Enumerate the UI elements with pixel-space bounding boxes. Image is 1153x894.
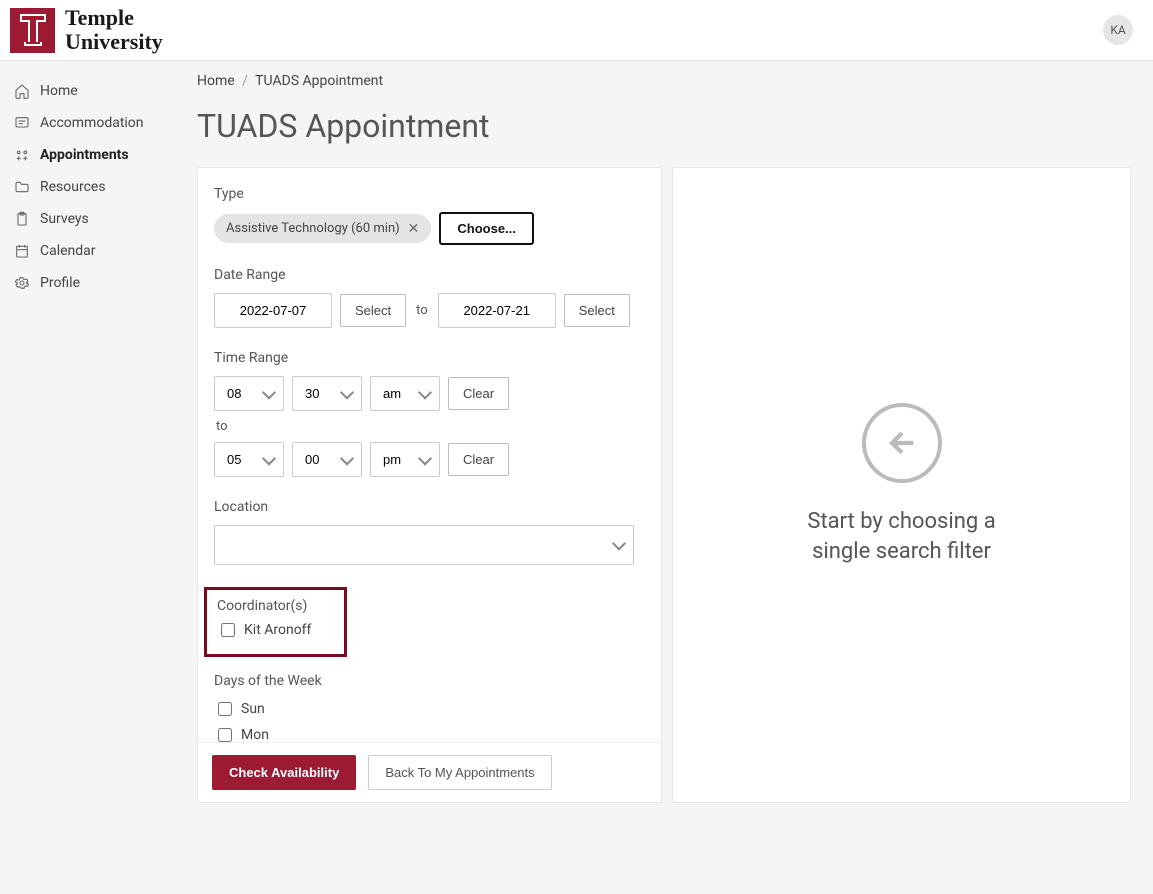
breadcrumb-separator: / [242,73,248,89]
breadcrumb: Home / TUADS Appointment [197,73,1131,89]
main: Home / TUADS Appointment TUADS Appointme… [175,61,1153,825]
sidebar-item-label: Accommodation [40,115,144,131]
panel-row: Type Assistive Technology (60 min) ✕ Cho… [197,167,1131,803]
sidebar-item-surveys[interactable]: Surveys [0,203,175,235]
folder-icon [14,179,30,195]
sidebar-item-label: Home [40,83,78,99]
date-to-input[interactable] [438,293,556,328]
sidebar-item-label: Profile [40,275,80,291]
empty-state-text: Start by choosing a single search filter [807,507,995,569]
day-mon-text: Mon [241,727,269,742]
coordinators-highlight: Coordinator(s) Kit Aronoff [204,587,347,657]
gear-icon [14,275,30,291]
coordinator-row[interactable]: Kit Aronoff [217,620,334,640]
check-availability-button[interactable]: Check Availability [212,755,356,790]
time-to-hour-select[interactable]: 05 [214,442,284,477]
coordinators-label: Coordinator(s) [217,598,334,614]
sidebar-item-home[interactable]: Home [0,75,175,107]
breadcrumb-home[interactable]: Home [197,73,235,89]
arrow-left-circle-icon [862,403,942,483]
day-mon-row[interactable]: Mon [214,725,645,742]
coordinator-checkbox[interactable] [221,623,235,637]
select-from-button[interactable]: Select [340,294,406,327]
days-label: Days of the Week [214,673,645,689]
time-from-hour-select[interactable]: 08 [214,376,284,411]
empty-state: Start by choosing a single search filter [807,403,995,569]
coordinator-name: Kit Aronoff [244,622,311,638]
filter-panel: Type Assistive Technology (60 min) ✕ Cho… [197,167,662,803]
sidebar-item-label: Surveys [40,211,89,227]
time-to-ampm-select[interactable]: pm [370,442,440,477]
sidebar-item-appointments[interactable]: Appointments [0,139,175,171]
panel-footer: Check Availability Back To My Appointmen… [198,742,661,802]
appointments-icon [14,147,30,163]
to-text: to [416,303,428,318]
breadcrumb-current: TUADS Appointment [255,73,383,89]
sidebar: Home Accommodation Appointments Resource… [0,61,175,825]
sidebar-item-label: Calendar [40,243,96,259]
time-to-min-select[interactable]: 00 [292,442,362,477]
choose-button[interactable]: Choose... [439,212,534,245]
chat-icon [14,115,30,131]
back-button[interactable]: Back To My Appointments [368,755,551,790]
day-sun-text: Sun [241,701,265,717]
location-label: Location [214,499,645,515]
sidebar-item-calendar[interactable]: Calendar [0,235,175,267]
home-icon [14,83,30,99]
brand-line2: University [65,30,163,54]
close-icon[interactable]: ✕ [408,222,420,236]
sidebar-item-profile[interactable]: Profile [0,267,175,299]
time-from-min-select[interactable]: 30 [292,376,362,411]
time-range-section: Time Range 08 30 am Clear to 05 00 pm [214,350,645,477]
type-chip-text: Assistive Technology (60 min) [226,221,400,236]
day-sun-checkbox[interactable] [218,702,232,716]
brand-text: Temple University [65,6,163,54]
time-from-ampm-select[interactable]: am [370,376,440,411]
header: Temple University KA [0,0,1153,61]
location-select[interactable] [214,525,634,565]
location-section: Location [214,499,645,565]
type-chip: Assistive Technology (60 min) ✕ [214,214,431,243]
date-range-label: Date Range [214,267,645,283]
day-mon-checkbox[interactable] [218,728,232,742]
clipboard-icon [14,211,30,227]
clear-from-button[interactable]: Clear [448,377,509,410]
brand-line1: Temple [65,6,163,30]
clear-to-button[interactable]: Clear [448,443,509,476]
results-panel: Start by choosing a single search filter [672,167,1131,803]
time-range-label: Time Range [214,350,645,366]
sidebar-item-label: Appointments [40,147,129,163]
sidebar-item-resources[interactable]: Resources [0,171,175,203]
type-label: Type [214,186,645,202]
layout: Home Accommodation Appointments Resource… [0,61,1153,825]
date-from-input[interactable] [214,293,332,328]
to-text-2: to [216,419,643,434]
empty-line2: single search filter [807,537,995,568]
select-to-button[interactable]: Select [564,294,630,327]
calendar-icon [14,243,30,259]
type-section: Type Assistive Technology (60 min) ✕ Cho… [214,186,645,245]
avatar[interactable]: KA [1103,15,1133,45]
brand-logo [10,8,55,53]
day-sun-row[interactable]: Sun [214,699,645,719]
days-section: Days of the Week Sun Mon Tue [214,673,645,742]
filter-scroll[interactable]: Type Assistive Technology (60 min) ✕ Cho… [198,168,661,742]
page-title: TUADS Appointment [197,107,1131,145]
sidebar-item-label: Resources [40,179,106,195]
sidebar-item-accommodation[interactable]: Accommodation [0,107,175,139]
brand: Temple University [10,6,163,54]
date-range-section: Date Range Select to Select [214,267,645,328]
empty-line1: Start by choosing a [807,507,995,538]
